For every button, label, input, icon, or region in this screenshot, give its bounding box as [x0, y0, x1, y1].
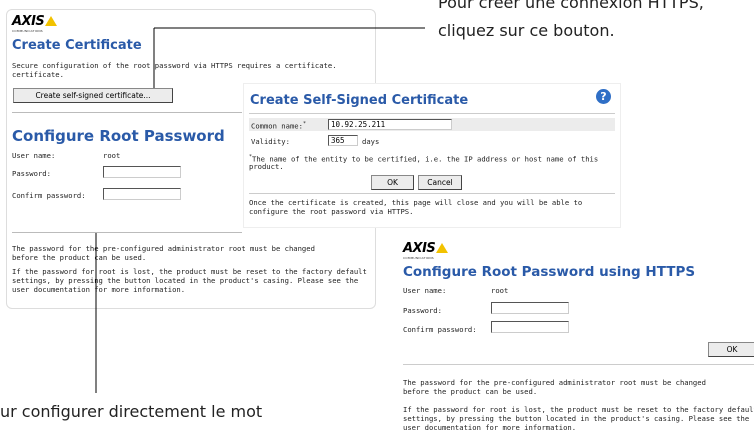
axis-logo: AXIS [12, 14, 58, 29]
https-note-preconfigured: The password for the pre-configured admi… [403, 378, 706, 387]
dialog-footnote: *The name of the entity to be certified,… [249, 154, 599, 164]
https-password-label: Password: [403, 306, 442, 315]
dialog-info-2: configure the root password via HTTPS. [249, 207, 414, 216]
create-self-signed-button[interactable]: Create self-signed certificate... [13, 88, 173, 103]
https-user-name-value: root [491, 286, 509, 295]
create-certificate-desc-2: certificate. [12, 70, 64, 79]
dialog-title: Create Self-Signed Certificate [250, 93, 469, 108]
https-divider [403, 364, 754, 365]
help-icon[interactable]: ? [596, 89, 611, 104]
https-confirm-password-label: Confirm password: [403, 325, 477, 334]
common-name-input[interactable]: 10.92.25.211 [328, 119, 452, 130]
https-note-lost-3: user documentation for more information. [403, 423, 577, 432]
confirm-password-input[interactable] [103, 188, 181, 200]
validity-unit: days [362, 137, 380, 146]
password-input[interactable] [103, 166, 181, 178]
annotation-top-right-2: cliquez sur ce bouton. [438, 21, 615, 40]
validity-input[interactable]: 365 [328, 135, 358, 146]
axis-triangle-icon [45, 16, 58, 26]
common-name-label-text: Common name: [251, 121, 303, 131]
confirm-password-label: Confirm password: [12, 191, 86, 200]
https-user-name-label: User name: [403, 286, 447, 295]
note-preconfigured: The password for the pre-configured admi… [12, 244, 315, 253]
https-ok-button[interactable]: OK [708, 342, 754, 357]
axis-logo-2: AXIS [403, 241, 449, 256]
https-note-preconfigured-2: before the product can be used. [403, 387, 538, 396]
password-label: Password: [12, 169, 51, 178]
note-lost-password-3: user documentation for more information. [12, 285, 186, 294]
axis-logo-text-2: AXIS [403, 241, 436, 256]
divider [12, 232, 242, 233]
user-name-value: root [103, 151, 121, 160]
dialog-divider [249, 113, 615, 114]
axis-logo-sub: COMMUNICATIONS [12, 29, 43, 33]
divider [12, 112, 242, 113]
note-preconfigured-2: before the product can be used. [12, 253, 147, 262]
dialog-cancel-button[interactable]: Cancel [418, 175, 462, 190]
configure-root-password-title: Configure Root Password [12, 127, 225, 145]
https-confirm-password-input[interactable] [491, 321, 569, 333]
dialog-info: Once the certificate is created, this pa… [249, 198, 583, 207]
dialog-ok-button[interactable]: OK [371, 175, 414, 190]
note-lost-password-2: settings, by pressing the button located… [12, 276, 359, 285]
https-password-input[interactable] [491, 302, 569, 314]
common-name-label: Common name:* [251, 121, 306, 131]
user-name-label: User name: [12, 151, 56, 160]
create-certificate-desc: Secure configuration of the root passwor… [12, 61, 337, 70]
https-note-lost-2: settings, by pressing the button located… [403, 414, 750, 423]
axis-triangle-icon [436, 243, 449, 253]
annotation-top-right-1: Pour créer une connexion HTTPS, [438, 0, 704, 12]
note-lost-password: If the password for root is lost, the pr… [12, 267, 367, 276]
https-title: Configure Root Password using HTTPS [403, 264, 696, 280]
annotation-bottom-left-1: ur configurer directement le mot [0, 402, 263, 421]
validity-label: Validity: [251, 137, 290, 146]
dialog-footnote-2: product. [249, 162, 284, 171]
dialog-divider-bottom [249, 193, 615, 194]
axis-logo-text: AXIS [12, 14, 45, 29]
dialog-footnote-text: The name of the entity to be certified, … [252, 154, 599, 164]
https-note-lost: If the password for root is lost, the pr… [403, 405, 754, 414]
create-certificate-title: Create Certificate [12, 38, 142, 53]
axis-logo-sub-2: COMMUNICATIONS [403, 256, 434, 260]
